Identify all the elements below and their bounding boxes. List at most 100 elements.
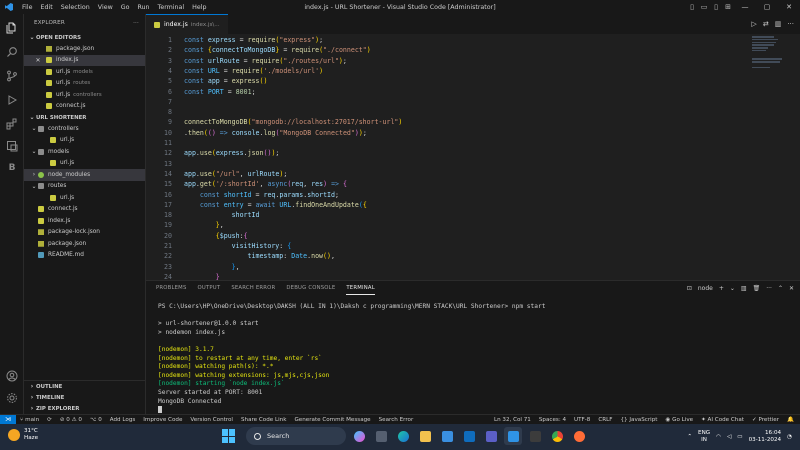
edge-icon[interactable]: [394, 427, 412, 445]
bookmark-icon[interactable]: [4, 138, 20, 154]
more-actions-icon[interactable]: ···: [766, 285, 772, 292]
tree-file[interactable]: url.js: [24, 158, 145, 170]
ports-indicator[interactable]: ⌥ 0: [90, 417, 102, 423]
tree-folder[interactable]: ⌄ models: [24, 146, 145, 158]
remote-indicator-icon[interactable]: ⋊: [0, 414, 16, 425]
go-live-button[interactable]: ◉ Go Live: [665, 417, 693, 423]
open-changes-icon[interactable]: ⇄: [763, 20, 769, 28]
code-editor[interactable]: 1 const express = require("express"); 2 con…: [146, 34, 800, 281]
kill-terminal-icon[interactable]: 🗑: [753, 285, 761, 292]
editor-scrollbar[interactable]: [790, 34, 800, 280]
tree-file[interactable]: package.json: [24, 238, 145, 250]
toggle-sidebar-icon[interactable]: ▯: [686, 0, 698, 14]
open-editor-item[interactable]: url.js controllers: [24, 89, 145, 101]
tree-file[interactable]: README.md: [24, 250, 145, 262]
encoding[interactable]: UTF-8: [574, 417, 590, 423]
extensions-icon[interactable]: [4, 116, 20, 132]
terminal-app-icon[interactable]: [526, 427, 544, 445]
notifications-bell-icon[interactable]: 🔔: [787, 417, 794, 423]
outline-section[interactable]: › OUTLINE: [24, 381, 146, 392]
project-section[interactable]: ⌄ URL SHORTENER: [24, 112, 145, 123]
status-share-code-link[interactable]: Share Code Link: [241, 417, 286, 423]
search-icon[interactable]: [4, 44, 20, 60]
open-editor-item[interactable]: ✕ index.js: [24, 54, 145, 66]
open-editor-item[interactable]: connect.js: [24, 101, 145, 113]
store-icon[interactable]: [438, 427, 456, 445]
menu-run[interactable]: Run: [133, 4, 153, 11]
chevron-down-icon[interactable]: ⌄: [730, 285, 735, 292]
line-ending[interactable]: CRLF: [598, 417, 612, 423]
source-control-icon[interactable]: [4, 68, 20, 84]
new-terminal-icon[interactable]: +: [719, 285, 724, 292]
chrome-icon[interactable]: [548, 427, 566, 445]
tab-index-js[interactable]: index.js index.js\...: [146, 14, 228, 34]
run-debug-icon[interactable]: [4, 92, 20, 108]
language-mode[interactable]: {} JavaScript: [621, 417, 658, 423]
battery-icon[interactable]: ▭: [737, 434, 742, 440]
close-icon[interactable]: ✕: [34, 57, 42, 64]
tab-problems[interactable]: PROBLEMS: [156, 281, 187, 295]
split-editor-icon[interactable]: ▥: [775, 20, 782, 28]
tab-search-error[interactable]: SEARCH ERROR: [231, 281, 275, 295]
terminal-node-icon[interactable]: ⊡: [687, 285, 692, 292]
customize-layout-icon[interactable]: ⊞: [722, 0, 734, 14]
tray-overflow-icon[interactable]: ⌃: [687, 434, 692, 440]
toggle-secondary-sidebar-icon[interactable]: ▯: [710, 0, 722, 14]
open-editor-item[interactable]: url.js routes: [24, 78, 145, 90]
status-add-logs[interactable]: Add Logs: [110, 417, 136, 423]
accounts-icon[interactable]: [4, 368, 20, 384]
open-editor-item[interactable]: package.json: [24, 43, 145, 55]
terminal-output[interactable]: PS C:\Users\HP\OneDrive\Desktop\DAKSH (A…: [158, 303, 545, 415]
outlook-icon[interactable]: [460, 427, 478, 445]
file-explorer-icon[interactable]: [416, 427, 434, 445]
language-indicator[interactable]: ENG IN: [698, 430, 710, 444]
weather-widget[interactable]: 31°C Haze: [8, 428, 38, 442]
menu-help[interactable]: Help: [188, 4, 210, 11]
notification-center-icon[interactable]: ◔: [787, 434, 792, 440]
tree-file[interactable]: url.js: [24, 135, 145, 147]
menu-go[interactable]: Go: [117, 4, 134, 11]
tree-folder[interactable]: ⌄ controllers: [24, 123, 145, 135]
maximize-panel-icon[interactable]: ⌃: [778, 285, 783, 292]
tree-folder[interactable]: › node_modules: [24, 169, 145, 181]
windows-start-icon[interactable]: [222, 429, 236, 443]
indentation[interactable]: Spaces: 4: [539, 417, 566, 423]
tab-debug-console[interactable]: DEBUG CONSOLE: [286, 281, 335, 295]
problems-indicator[interactable]: ⊘ 0 ⚠ 0: [60, 417, 82, 423]
minimap[interactable]: [752, 36, 786, 76]
split-terminal-icon[interactable]: ▥: [741, 285, 747, 292]
ai-code-chat-button[interactable]: ✦ AI Code Chat: [701, 417, 744, 423]
more-actions-icon[interactable]: ···: [787, 20, 794, 28]
menu-terminal[interactable]: Terminal: [154, 4, 189, 11]
menu-file[interactable]: File: [18, 4, 37, 11]
taskbar-search-box[interactable]: Search: [246, 427, 346, 445]
terminal-name[interactable]: node: [698, 285, 713, 292]
cursor-position[interactable]: Ln 32, Col 71: [494, 417, 531, 423]
teams-icon[interactable]: [482, 427, 500, 445]
clock[interactable]: 16:04 03-11-2024: [749, 430, 782, 444]
status-improve-code[interactable]: Improve Code: [143, 417, 182, 423]
menu-view[interactable]: View: [94, 4, 117, 11]
minimize-button[interactable]: —: [734, 0, 756, 14]
close-panel-icon[interactable]: ✕: [789, 285, 794, 292]
menu-selection[interactable]: Selection: [57, 4, 94, 11]
tree-folder[interactable]: ⌄ routes: [24, 181, 145, 193]
branch-indicator[interactable]: ⑂ main: [20, 417, 39, 423]
vscode-taskbar-icon[interactable]: [504, 427, 522, 445]
status-generate-commit-message[interactable]: Generate Commit Message: [294, 417, 370, 423]
timeline-section[interactable]: › TIMELINE: [24, 392, 146, 403]
tab-terminal[interactable]: TERMINAL: [346, 281, 375, 295]
status-version-control[interactable]: Version Control: [190, 417, 233, 423]
tree-file[interactable]: connect.js: [24, 204, 145, 216]
tree-file[interactable]: index.js: [24, 215, 145, 227]
volume-icon[interactable]: ◁: [727, 434, 731, 440]
blackbox-icon[interactable]: B: [4, 160, 20, 176]
postman-icon[interactable]: [570, 427, 588, 445]
status-search-error[interactable]: Search Error: [379, 417, 414, 423]
settings-gear-icon[interactable]: [4, 390, 20, 406]
explorer-icon[interactable]: [4, 20, 20, 36]
task-view-icon[interactable]: [372, 427, 390, 445]
copilot-icon[interactable]: [350, 427, 368, 445]
open-editors-section[interactable]: ⌄ OPEN EDITORS: [24, 32, 145, 43]
sync-icon[interactable]: ⟳: [47, 417, 52, 423]
